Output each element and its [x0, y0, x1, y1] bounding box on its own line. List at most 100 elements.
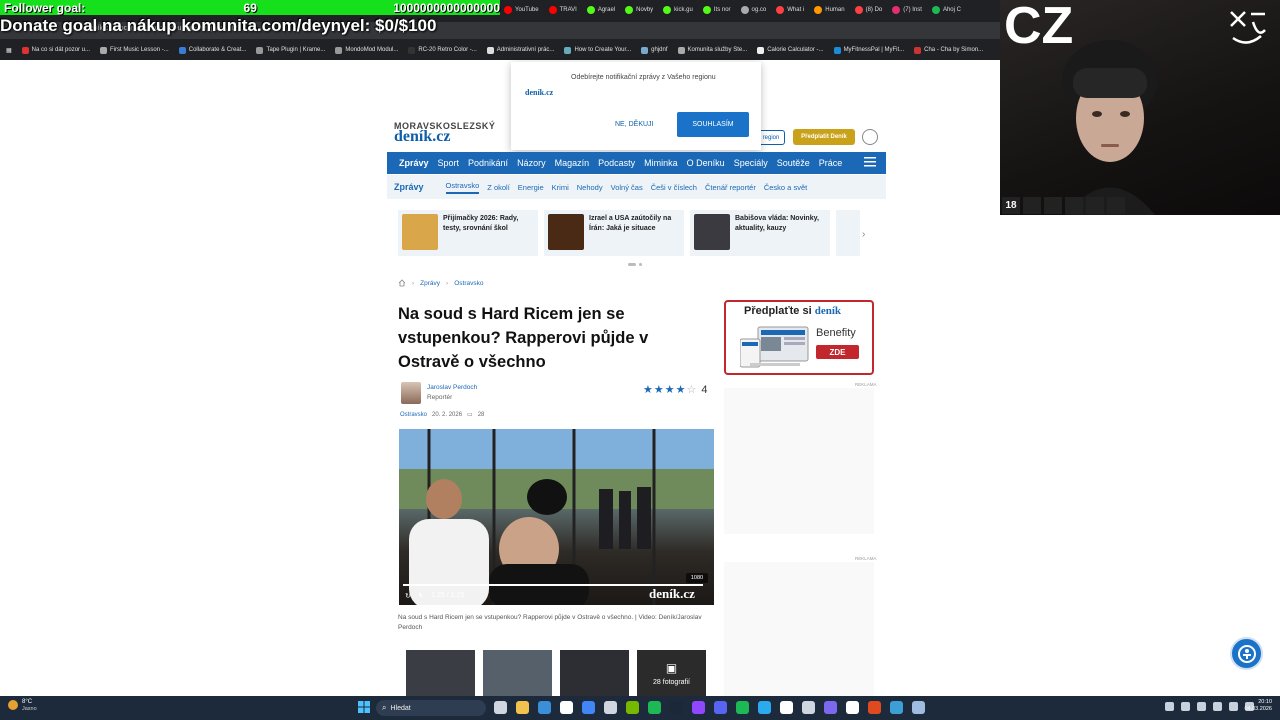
browser-tab[interactable]: TRAVI: [545, 0, 581, 20]
subnav-item-0[interactable]: Ostravsko: [445, 181, 480, 194]
bookmark-item[interactable]: MyFitnessPal | MyFit...: [833, 46, 904, 54]
nav-item-2[interactable]: Podnikání: [468, 158, 508, 168]
gallery-thumbnail[interactable]: [406, 650, 475, 696]
taskbar-app-icon[interactable]: [890, 701, 903, 714]
taskbar-app-icon[interactable]: [692, 701, 705, 714]
taskbar-app-icon[interactable]: [846, 701, 859, 714]
taskbar-search[interactable]: ⌕ Hledat: [376, 700, 486, 716]
bookmark-item[interactable]: Calorie Calculator -...: [757, 46, 824, 54]
subnav-item-1[interactable]: Z okolí: [487, 183, 510, 192]
browser-tab[interactable]: Human: [810, 0, 848, 20]
subnav-item-4[interactable]: Nehody: [577, 183, 603, 192]
author-avatar[interactable]: [401, 382, 421, 404]
teaser-card[interactable]: Babišova vláda: Novinky, aktuality, kauz…: [690, 210, 830, 256]
subnav-item-5[interactable]: Volný čas: [611, 183, 643, 192]
subnav-title[interactable]: Zprávy: [394, 182, 424, 192]
nav-item-4[interactable]: Magazín: [555, 158, 590, 168]
article-rating[interactable]: ★ ★ ★ ★ ☆ 4: [643, 384, 708, 396]
author-name[interactable]: Jaroslav Perdoch: [427, 384, 477, 391]
bookmark-item[interactable]: MondoMod Modul...: [335, 46, 398, 54]
bookmark-item[interactable]: ghjdnf: [641, 46, 668, 54]
taskbar-app-icon[interactable]: [626, 701, 639, 714]
nav-item-0[interactable]: Zprávy: [399, 158, 429, 168]
taskbar-app-icon[interactable]: [604, 701, 617, 714]
teaser-card[interactable]: Přijímačky 2026: Rady, testy, srovnání š…: [398, 210, 538, 256]
taskbar-app-icon[interactable]: [824, 701, 837, 714]
browser-tab[interactable]: Ahoj C: [928, 0, 965, 20]
star-icon[interactable]: ★: [665, 384, 675, 396]
ad-cta-button[interactable]: ZDE: [816, 345, 859, 359]
teaser-card-partial[interactable]: [836, 210, 860, 256]
bookmark-item[interactable]: Tape Plugin | Krame...: [256, 46, 325, 54]
taskbar-app-icon[interactable]: [538, 701, 551, 714]
keyboard-icon[interactable]: [1213, 702, 1222, 711]
apps-grid-icon[interactable]: ▦: [6, 47, 12, 54]
comments-count[interactable]: 28: [478, 412, 485, 418]
notification-decline-button[interactable]: NE, DĚKUJI: [615, 121, 654, 128]
taskbar-app-icon[interactable]: [670, 701, 683, 714]
teaser-card[interactable]: Izrael a USA zaútočily na Írán: Jaká je …: [544, 210, 684, 256]
browser-tab[interactable]: Agrael: [583, 0, 619, 20]
taskbar-app-icon[interactable]: [868, 701, 881, 714]
nav-item-6[interactable]: Miminka: [644, 158, 678, 168]
notification-accept-button[interactable]: SOUHLASÍM: [677, 112, 749, 137]
mute-icon[interactable]: 🔇︎: [419, 592, 423, 600]
star-icon[interactable]: ★: [654, 384, 664, 396]
chevron-right-icon[interactable]: ›: [862, 229, 865, 240]
bookmark-item[interactable]: Na co si dát pozor u...: [21, 46, 90, 54]
star-icon[interactable]: ★: [676, 384, 686, 396]
taskbar-app-icon[interactable]: [516, 701, 529, 714]
nav-item-3[interactable]: Názory: [517, 158, 546, 168]
taskbar-app-icon[interactable]: [780, 701, 793, 714]
taskbar-app-icon[interactable]: [758, 701, 771, 714]
nav-item-7[interactable]: O Deníku: [687, 158, 725, 168]
video-quality-badge[interactable]: 1080: [686, 573, 708, 583]
gallery-more-button[interactable]: ▣ 28 fotografií: [637, 650, 706, 696]
bookmark-item[interactable]: How to Create Your...: [564, 46, 631, 54]
browser-tab[interactable]: Its nor: [699, 0, 735, 20]
replay-icon[interactable]: ↻: [405, 592, 411, 600]
taskbar-clock[interactable]: 20:10 04.03.2026: [1240, 699, 1272, 713]
browser-tab[interactable]: YouTube: [500, 0, 543, 20]
site-logo[interactable]: deník.cz: [394, 128, 450, 146]
browser-tab[interactable]: kick.gu: [659, 0, 697, 20]
subnav-item-2[interactable]: Energie: [518, 183, 544, 192]
chevron-up-icon[interactable]: [1165, 702, 1174, 711]
taskbar-app-icon[interactable]: [648, 701, 661, 714]
taskbar-app-icon[interactable]: [736, 701, 749, 714]
nav-item-10[interactable]: Práce: [819, 158, 843, 168]
windows-start-icon[interactable]: [358, 701, 370, 713]
subnav-item-8[interactable]: Česko a svět: [764, 183, 807, 192]
browser-tab[interactable]: og.co: [737, 0, 771, 20]
wifi-icon[interactable]: [1229, 702, 1238, 711]
subnav-item-6[interactable]: Češi v číslech: [651, 183, 697, 192]
article-video[interactable]: [399, 429, 714, 605]
taskbar-app-icon[interactable]: [560, 701, 573, 714]
microphone-icon[interactable]: [1197, 702, 1206, 711]
taskbar-app-icon[interactable]: [494, 701, 507, 714]
weather-widget[interactable]: 8°C Jasno: [8, 699, 37, 712]
comments-icon[interactable]: ▭: [467, 411, 473, 418]
region-button[interactable]: region: [757, 130, 785, 145]
article-category[interactable]: Ostravsko: [400, 412, 427, 418]
taskbar-app-icon[interactable]: [582, 701, 595, 714]
bookmark-item[interactable]: RC-20 Retro Color -...: [408, 46, 477, 54]
subnav-item-7[interactable]: Čtenář reportér: [705, 183, 756, 192]
bookmark-item[interactable]: Collaborate & Creat...: [178, 46, 246, 54]
browser-tab[interactable]: (7) Inst: [888, 0, 926, 20]
star-icon[interactable]: ★: [643, 384, 653, 396]
subnav-item-3[interactable]: Krimi: [552, 183, 569, 192]
nav-item-9[interactable]: Soutěže: [777, 158, 810, 168]
taskbar-app-icon[interactable]: [802, 701, 815, 714]
nav-item-1[interactable]: Sport: [438, 158, 460, 168]
taskbar-app-icon[interactable]: [912, 701, 925, 714]
bookmark-item[interactable]: First Music Lesson -...: [100, 46, 169, 54]
nav-item-8[interactable]: Speciály: [734, 158, 768, 168]
home-icon[interactable]: [398, 279, 406, 287]
breadcrumb-item-ostravsko[interactable]: Ostravsko: [454, 280, 483, 287]
browser-tab[interactable]: (8) Do: [851, 0, 887, 20]
bookmark-item[interactable]: Cha - Cha by Simon...: [914, 46, 983, 54]
star-icon[interactable]: ☆: [687, 384, 697, 396]
gallery-thumbnail[interactable]: [483, 650, 552, 696]
subscribe-button[interactable]: Předplatit Deník: [793, 129, 855, 145]
